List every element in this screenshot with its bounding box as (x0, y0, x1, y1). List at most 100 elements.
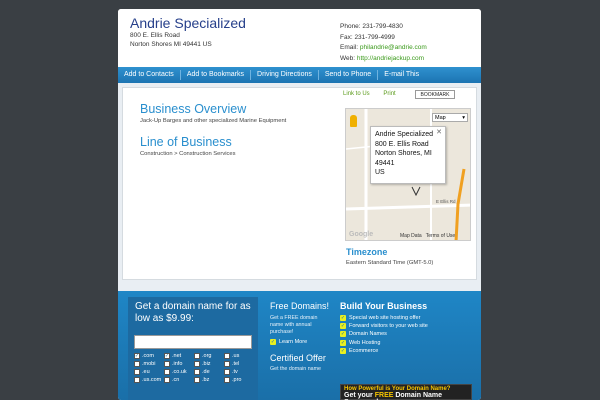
tld-option[interactable]: .us (224, 353, 254, 359)
domain-title: Get a domain name for as low as $9.99: (135, 301, 251, 324)
tld-option[interactable]: .pro (224, 377, 254, 383)
terms-link[interactable]: Terms of Use (426, 233, 455, 239)
learn-more-link[interactable]: ✓ Learn More (270, 339, 330, 345)
line-of-business-text: Construction > Construction Services (140, 151, 236, 157)
checkmark-icon: ✓ (270, 339, 276, 345)
business-name: Andrie Specialized (130, 15, 246, 31)
nav-email-this[interactable]: E-mail This (378, 70, 425, 80)
nav-driving-directions[interactable]: Driving Directions (251, 70, 319, 80)
nav-add-to-contacts[interactable]: Add to Contacts (118, 70, 181, 80)
map-type-label: Map (435, 114, 446, 121)
web-row: Web: http://andriejackup.com (340, 54, 427, 65)
build-item-hosting-offer[interactable]: ✓ Special web site hosting offer (340, 314, 476, 322)
phone-text: Phone: 231-799-4830 (340, 23, 403, 30)
tld-option[interactable]: .cn (164, 377, 194, 383)
info-zip: 49441 (375, 159, 395, 167)
build-item-web-hosting[interactable]: ✓ Web Hosting (340, 339, 476, 347)
certified-offer-title: Certified Offer (270, 353, 326, 363)
tld-option[interactable]: .tel (224, 361, 254, 367)
email-link[interactable]: philandrie@andrie.com (360, 44, 427, 51)
checkbox-icon[interactable] (224, 377, 230, 383)
street-view-pegman-icon[interactable] (350, 115, 357, 127)
close-icon[interactable]: ✕ (436, 128, 442, 138)
contact-info: Phone: 231-799-4830 Fax: 231-799-4999 Em… (340, 22, 427, 64)
business-address: 800 E. Ellis Road Norton Shores MI 49441… (130, 31, 212, 49)
tld-option[interactable]: .us.com (134, 377, 164, 383)
checkbox-icon[interactable] (194, 353, 200, 359)
chevron-down-icon: ▾ (462, 114, 465, 121)
checkmark-icon: ✓ (340, 331, 346, 338)
tld-option[interactable]: .eu (134, 369, 164, 375)
checkbox-icon[interactable] (194, 369, 200, 375)
utility-links: Link to Us Print (343, 91, 408, 97)
tld-option[interactable]: ✓ .net (164, 353, 194, 359)
checkbox-icon[interactable] (164, 377, 170, 383)
action-nav: Add to Contacts Add to Bookmarks Driving… (118, 67, 481, 83)
fax-text: Fax: 231-799-4999 (340, 33, 395, 41)
google-logo: Google (349, 231, 374, 238)
header: Andrie Specialized 800 E. Ellis Road Nor… (118, 9, 481, 67)
checkbox-checked-icon[interactable]: ✓ (164, 353, 170, 359)
checkbox-checked-icon[interactable]: ✓ (134, 353, 140, 359)
tld-option[interactable]: .biz (194, 361, 224, 367)
checkbox-icon[interactable] (134, 361, 140, 367)
location-map[interactable]: E Ellis Rd Map ▾ ✕ Andrie Specialized 800… (345, 108, 471, 241)
map-data-link[interactable]: Map Data (400, 233, 422, 239)
promo-section: Get a domain name for as low as $9.99: ✓… (118, 291, 481, 400)
overview-text: Jack-Up Barges and other specialized Mar… (140, 118, 287, 124)
scorecard-banner[interactable]: How Powerful is Your Domain Name? Get yo… (340, 384, 472, 400)
build-item-domain-names[interactable]: ✓ Domain Names (340, 330, 476, 338)
scorecard-subline: Get your FREE Domain Name Scorecard (344, 392, 443, 400)
free-domains-text: Get a FREE domain name with annual purch… (270, 315, 318, 335)
checkmark-icon: ✓ (340, 339, 346, 346)
checkbox-icon[interactable] (134, 369, 140, 375)
checkbox-icon[interactable] (224, 353, 230, 359)
map-footer: Map Data Terms of Use (400, 233, 455, 239)
tld-option[interactable]: .tv (224, 369, 254, 375)
main-panel: Link to Us Print BOOKMARK Business Overv… (122, 87, 477, 280)
info-name: Andrie Specialized (375, 131, 433, 138)
free-domains-column: Free Domains! Get a FREE domain name wit… (270, 301, 330, 372)
map-info-window: ✕ Andrie Specialized 800 E. Ellis Road N… (370, 126, 446, 184)
domain-search-box: Get a domain name for as low as $9.99: ✓… (128, 297, 258, 400)
web-link[interactable]: http://andriejackup.com (357, 55, 424, 62)
map-type-select[interactable]: Map ▾ (432, 113, 468, 122)
bookmark-button[interactable]: BOOKMARK (415, 90, 455, 99)
link-to-us-link[interactable]: Link to Us (343, 91, 370, 97)
build-item-ecommerce[interactable]: ✓ Ecommerce (340, 347, 476, 355)
checkbox-icon[interactable] (164, 361, 170, 367)
info-addr1: 800 E. Ellis Road (375, 140, 429, 148)
tld-option[interactable]: .info (164, 361, 194, 367)
checkbox-icon[interactable] (224, 369, 230, 375)
tld-option[interactable]: .org (194, 353, 224, 359)
build-business-list: ✓ Special web site hosting offer ✓ Forward… (340, 314, 476, 355)
info-addr2: Norton Shores, MI (375, 150, 432, 157)
checkbox-icon[interactable] (134, 377, 140, 383)
checkbox-icon[interactable] (224, 361, 230, 367)
build-business-column: Build Your Business ✓ Special web site ho… (340, 301, 476, 355)
address-line2: Norton Shores MI 49441 US (130, 41, 212, 48)
tld-option[interactable]: .mobi (134, 361, 164, 367)
checkbox-icon[interactable] (164, 369, 170, 375)
tld-option[interactable]: .co.uk (164, 369, 194, 375)
checkbox-icon[interactable] (194, 377, 200, 383)
tld-checkbox-grid: ✓ .com ✓ .net .org .us .mobi .info .biz .t… (134, 353, 254, 383)
domain-search-input[interactable] (134, 335, 252, 349)
tld-option[interactable]: .bz (194, 377, 224, 383)
build-business-title: Build Your Business (340, 301, 428, 311)
timezone-title: Timezone (346, 247, 388, 257)
web-label: Web: (340, 54, 357, 62)
checkbox-icon[interactable] (194, 361, 200, 367)
tld-option[interactable]: ✓ .com (134, 353, 164, 359)
checkmark-icon: ✓ (340, 315, 346, 322)
map-road-label: E Ellis Rd (436, 199, 456, 204)
tld-option[interactable]: .de (194, 369, 224, 375)
build-item-forward-visitors[interactable]: ✓ Forward visitors to your web site (340, 322, 476, 330)
info-country: US (375, 169, 385, 176)
line-of-business-title: Line of Business (140, 135, 232, 149)
print-link[interactable]: Print (383, 91, 395, 97)
nav-add-to-bookmarks[interactable]: Add to Bookmarks (181, 70, 252, 80)
free-domains-title: Free Domains! (270, 301, 330, 311)
address-line1: 800 E. Ellis Road (130, 32, 180, 39)
nav-send-to-phone[interactable]: Send to Phone (319, 70, 379, 80)
